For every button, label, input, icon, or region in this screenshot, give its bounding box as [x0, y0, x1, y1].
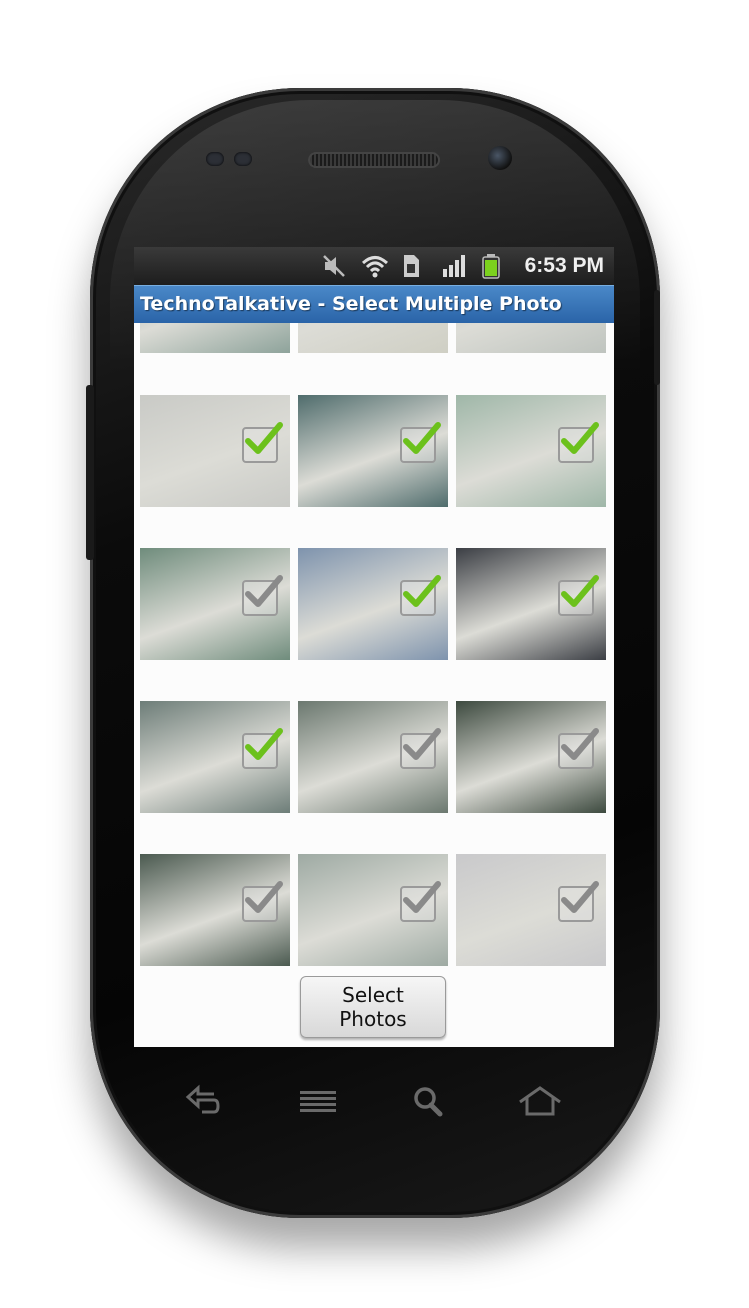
photo-checkbox[interactable] [558, 575, 599, 616]
earpiece-speaker [308, 152, 440, 168]
photo-checkbox[interactable] [400, 728, 441, 769]
photo-checkbox[interactable] [558, 422, 599, 463]
checkmark-icon [245, 728, 283, 760]
checkmark-icon [561, 728, 599, 760]
photo-checkbox[interactable] [558, 881, 599, 922]
checkmark-icon [245, 881, 283, 913]
front-camera [488, 146, 512, 170]
proximity-sensor [206, 152, 224, 166]
battery-icon [481, 253, 507, 279]
home-icon[interactable] [518, 1084, 561, 1120]
app-title: TechnoTalkative - Select Multiple Photo [140, 293, 562, 315]
checkmark-icon [561, 881, 599, 913]
status-bar: 6:53 PM [134, 247, 614, 285]
photo-thumbnail[interactable] [456, 701, 606, 813]
checkmark-icon [403, 575, 441, 607]
photo-thumbnail[interactable] [140, 548, 290, 660]
volume-button [86, 385, 94, 560]
checkmark-icon [403, 422, 441, 454]
clock: 6:53 PM [524, 254, 604, 277]
photo-thumbnail[interactable] [140, 854, 290, 966]
checkmark-icon [561, 422, 599, 454]
photo-thumbnail[interactable] [140, 395, 290, 507]
sim-card-icon [401, 253, 427, 279]
search-icon[interactable] [410, 1084, 450, 1120]
checkmark-icon [245, 422, 283, 454]
photo-thumbnail[interactable] [298, 701, 448, 813]
app-title-bar: TechnoTalkative - Select Multiple Photo [134, 285, 614, 323]
photo-thumbnail[interactable] [298, 395, 448, 507]
wifi-icon [361, 253, 388, 279]
photo-thumbnail[interactable] [456, 395, 606, 507]
photo-checkbox[interactable] [242, 422, 283, 463]
photo-thumbnail[interactable] [298, 548, 448, 660]
photo-checkbox[interactable] [242, 881, 283, 922]
photo-thumbnail[interactable] [456, 854, 606, 966]
light-sensor [234, 152, 252, 166]
checkmark-icon [403, 881, 441, 913]
photo-checkbox[interactable] [242, 728, 283, 769]
photo-checkbox[interactable] [558, 728, 599, 769]
photo-thumbnail[interactable] [298, 854, 448, 966]
screen: 6:53 PM TechnoTalkative - Select Multipl… [134, 247, 614, 1047]
checkmark-icon [245, 575, 283, 607]
photo-checkbox[interactable] [400, 422, 441, 463]
checkmark-icon [561, 575, 599, 607]
power-button [654, 290, 660, 385]
photo-checkbox[interactable] [400, 575, 441, 616]
photo-thumbnail[interactable] [140, 701, 290, 813]
menu-icon[interactable] [298, 1084, 338, 1120]
photo-thumbnail[interactable] [456, 548, 606, 660]
photo-checkbox[interactable] [400, 881, 441, 922]
select-photos-button[interactable]: Select Photos [300, 976, 446, 1038]
back-icon[interactable] [184, 1084, 224, 1120]
signal-icon [441, 253, 467, 279]
mute-icon [321, 253, 347, 279]
checkmark-icon [403, 728, 441, 760]
photo-checkbox[interactable] [242, 575, 283, 616]
